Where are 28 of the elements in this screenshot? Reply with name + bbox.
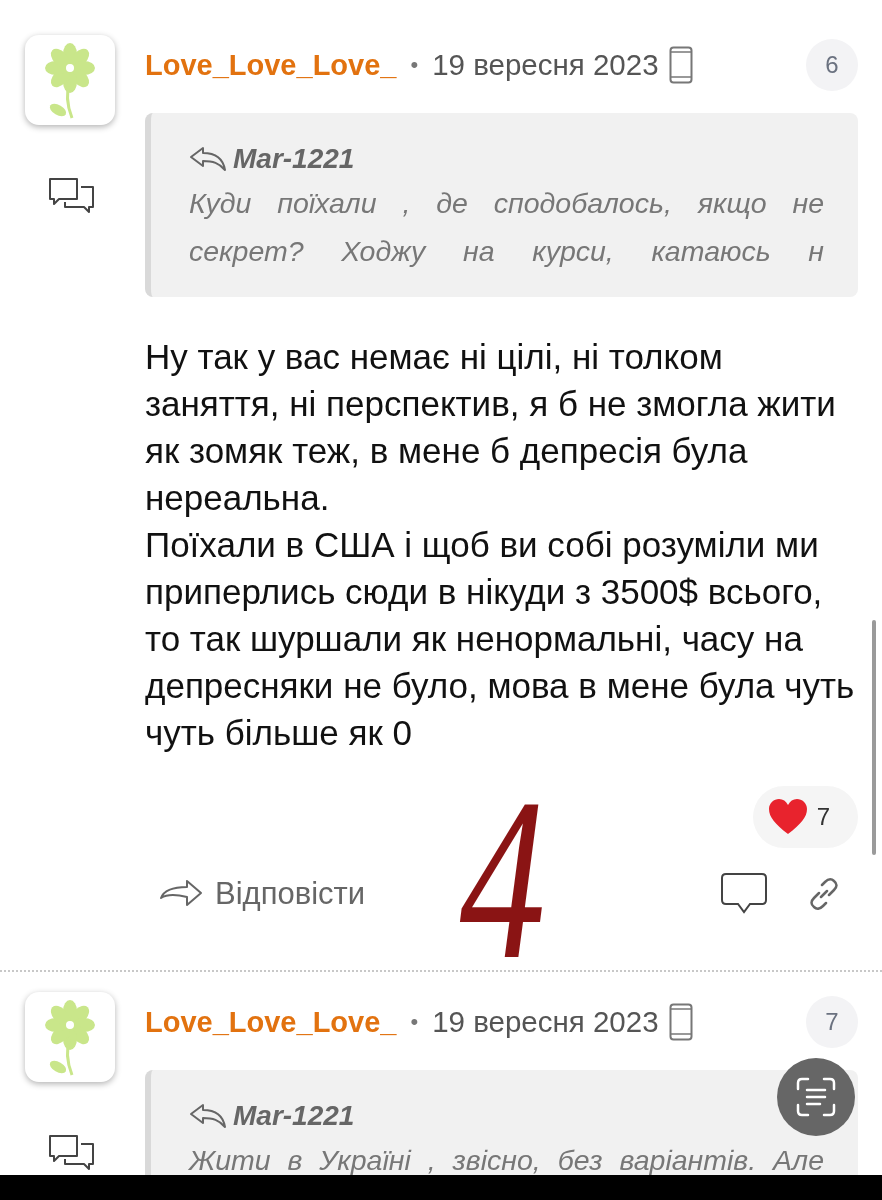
- reply-button[interactable]: Відповісти: [159, 876, 366, 912]
- quote-author[interactable]: Mar-1221: [233, 1100, 355, 1132]
- quote-text: Жити в Україні , звісно, без варіантів. Але: [189, 1143, 824, 1175]
- speech-bubble-icon: [720, 872, 768, 916]
- handwritten-number: 4: [459, 790, 546, 970]
- heart-icon: [766, 798, 809, 836]
- phone-icon: [668, 46, 693, 84]
- separator-dot: •: [410, 1009, 419, 1035]
- separator-dot: •: [410, 52, 419, 78]
- chat-icon[interactable]: [47, 1134, 95, 1172]
- scrollbar[interactable]: [872, 620, 876, 855]
- reply-arrow-icon: [189, 146, 227, 172]
- like-button[interactable]: 7: [752, 786, 858, 848]
- comment-button[interactable]: [720, 872, 768, 916]
- phone-icon: [668, 1003, 693, 1041]
- post-number: 7: [806, 996, 858, 1048]
- chat-icon[interactable]: [47, 177, 95, 215]
- quote-author[interactable]: Mar-1221: [233, 143, 355, 175]
- comment-paragraph: Ну так у вас немає ні цілі, ні толком заняття, ні перспектив, я б не змогла жити як зомяк теж, в мене б депресія була нереальна.: [145, 336, 837, 519]
- post-date: 19 вересня 2023: [432, 1005, 659, 1039]
- comment-paragraph: Поїхали в США і щоб ви собі розуміли ми приперлись сюди в нікуди з 3500$ всього, то так шуршали як ненормальні, часу на депресняки не було, мова в мене була чуть чуть більше як 0: [145, 524, 856, 754]
- author-name[interactable]: Love_Love_Love_: [145, 1005, 397, 1039]
- quote-text: Куди поїхали , де сподобалось, якщо не секрет? Ходжу на курси, катаюсь н: [189, 186, 824, 269]
- author-name[interactable]: Love_Love_Love_: [145, 48, 397, 82]
- post-date: 19 вересня 2023: [432, 48, 659, 82]
- reply-arrow-icon: [189, 1103, 227, 1129]
- post-number: 6: [806, 39, 858, 91]
- scan-text-icon: [796, 1077, 836, 1117]
